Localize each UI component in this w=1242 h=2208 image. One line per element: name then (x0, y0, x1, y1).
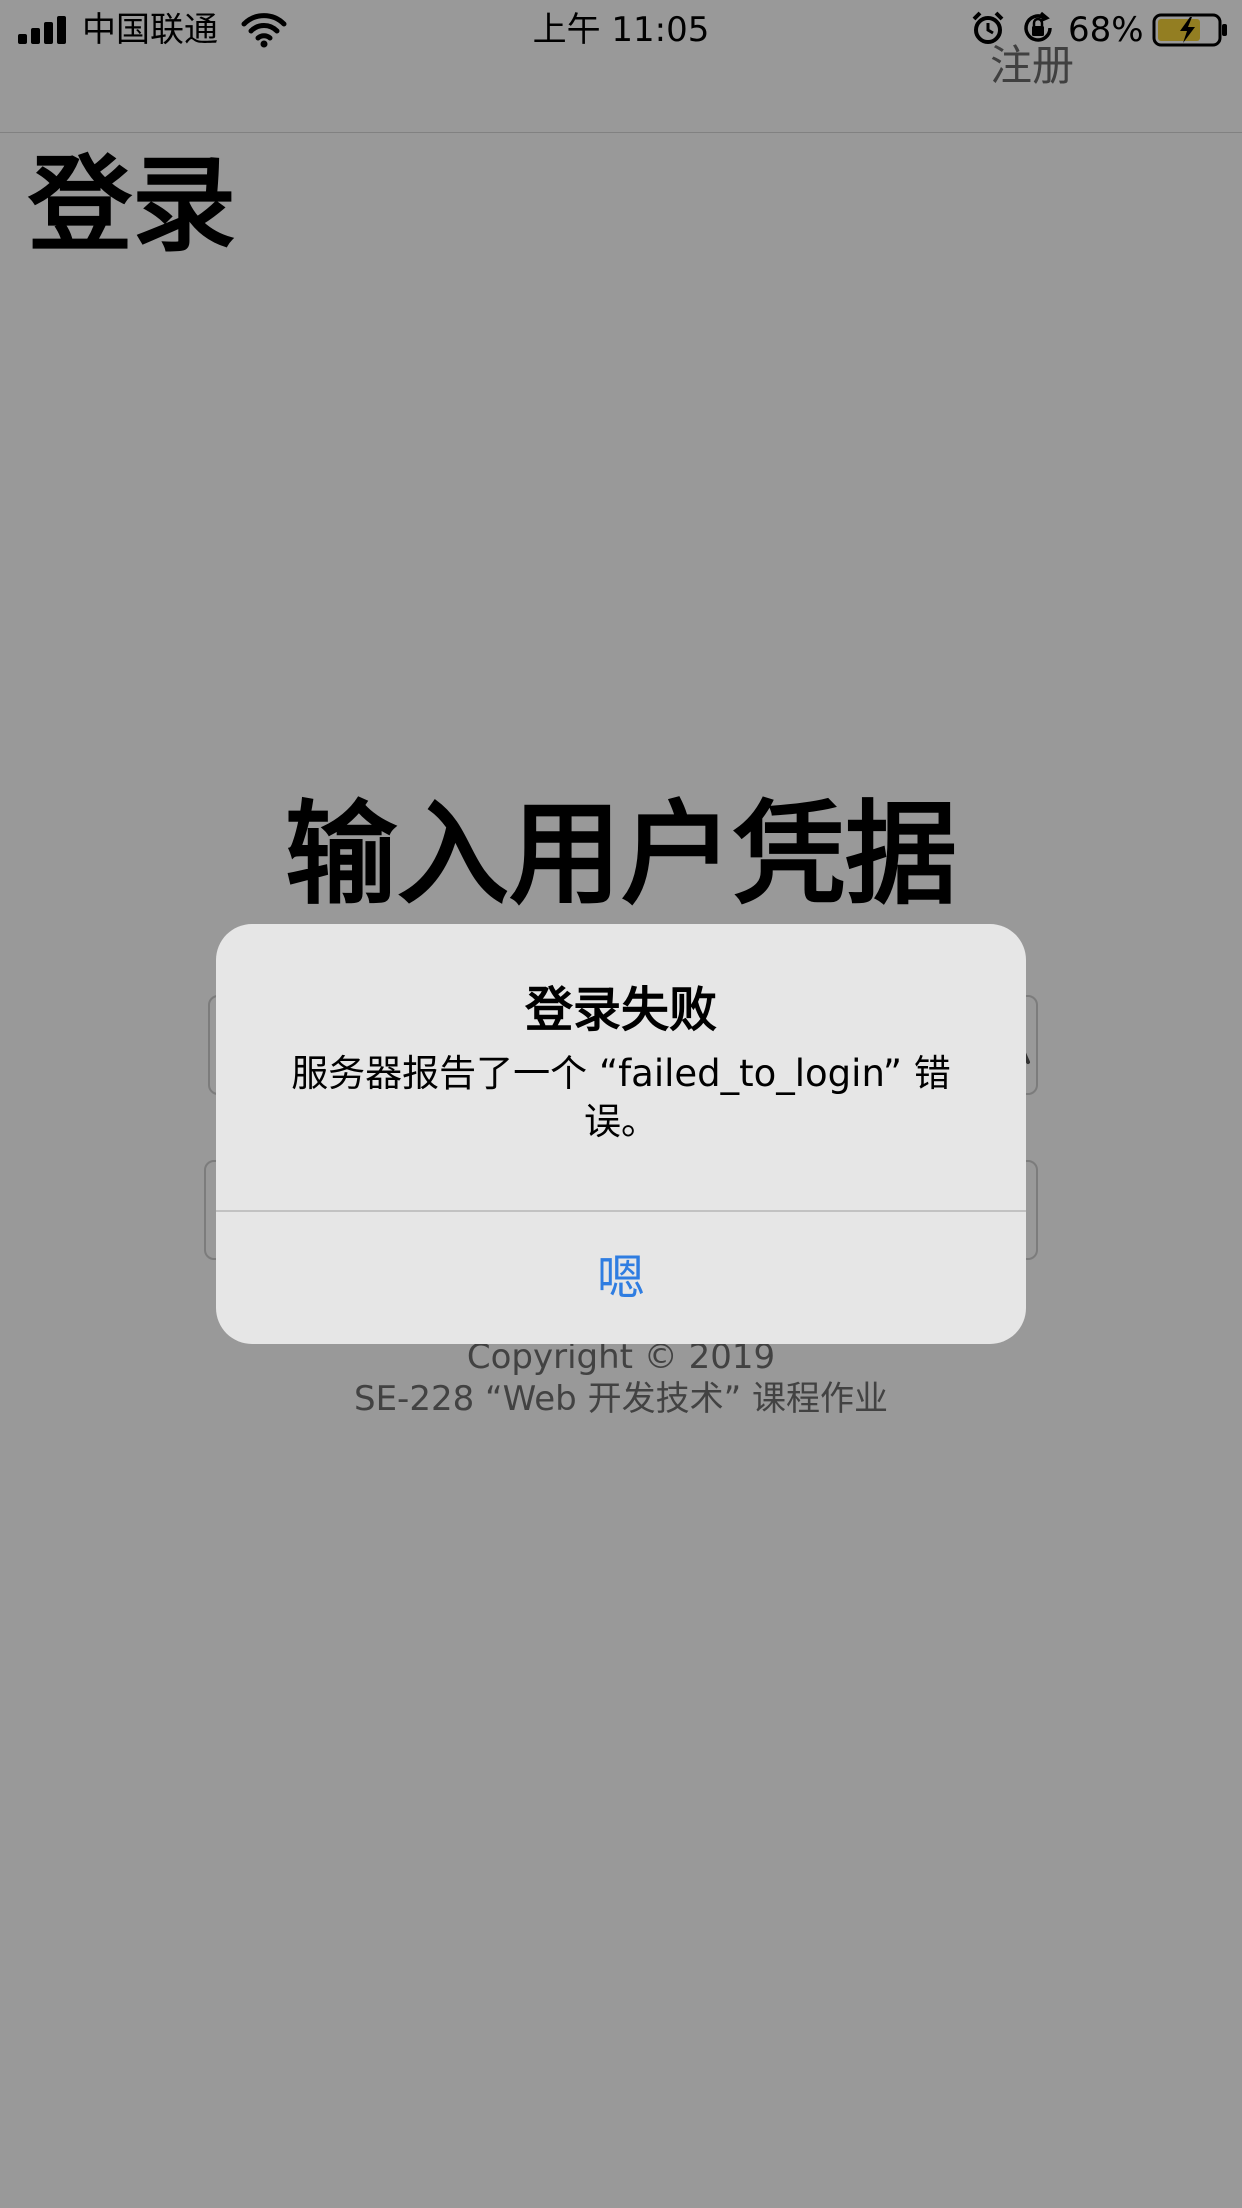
login-screen: 中国联通 上午 11:05 68% 注册 登录 输入用户凭据 Copyright… (0, 0, 1242, 2208)
alert-message: 服务器报告了一个 “failed_to_login” 错误。 (291, 1052, 951, 1143)
alert-title: 登录失败 (524, 982, 717, 1038)
alert-ok-button[interactable]: 嗯 (216, 1212, 1026, 1344)
login-failed-alert: 登录失败 服务器报告了一个 “failed_to_login” 错误。 嗯 (216, 924, 1026, 1344)
